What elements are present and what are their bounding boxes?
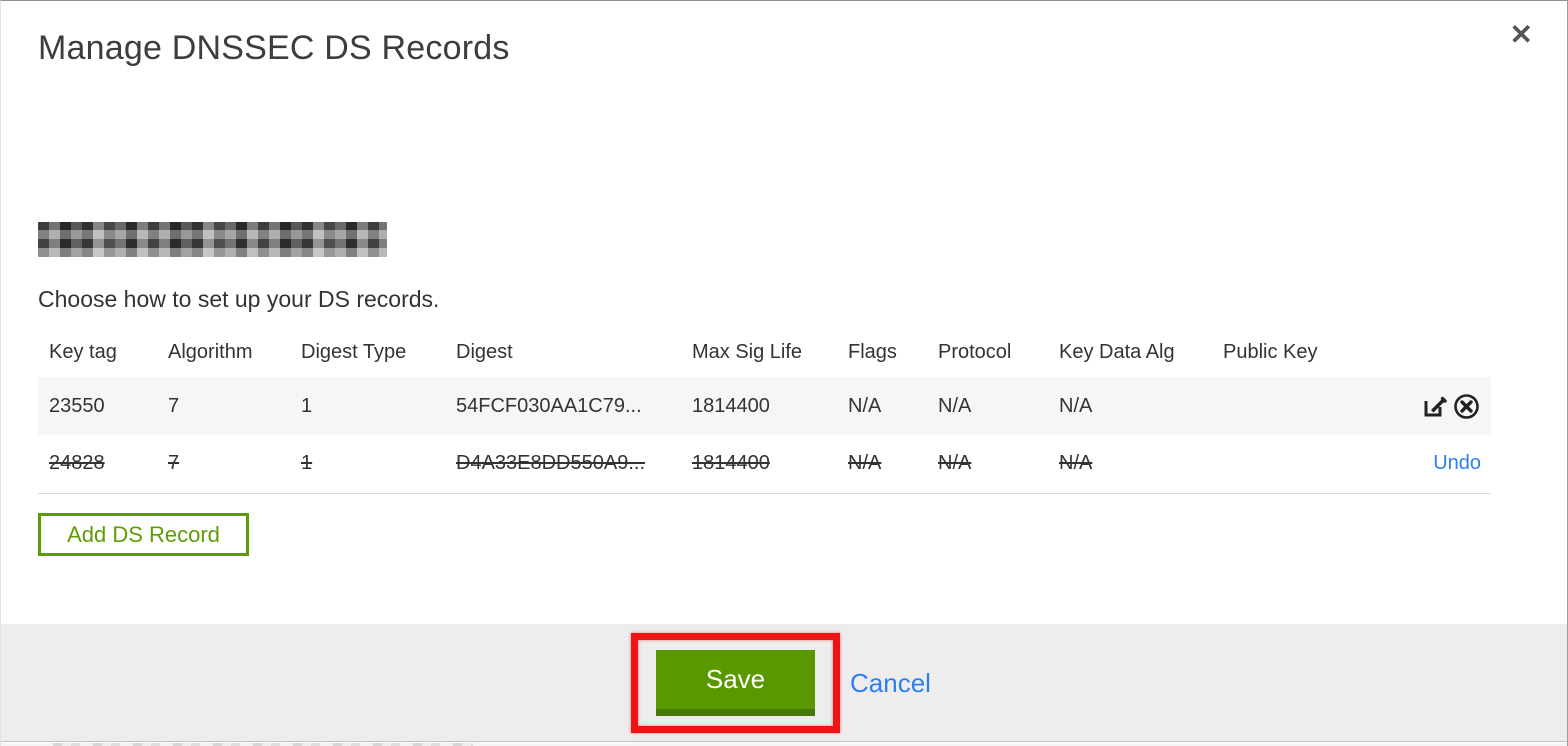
table-row: 24828 7 1 D4A33E8DD550A9... 1814400 N/A … [38,435,1491,494]
col-header-protocol: Protocol [938,340,1012,363]
cell-key-data-alg: N/A [1048,435,1212,494]
cell-max-sig-life: 1814400 [681,377,837,435]
col-header-public-key: Public Key [1223,340,1318,363]
cell-protocol: N/A [927,435,1048,494]
instruction-text: Choose how to set up your DS records. [38,286,440,312]
cell-digest: 54FCF030AA1C79... [445,377,681,435]
redacted-domain-name [38,222,387,257]
undo-link[interactable]: Undo [1433,452,1481,474]
cell-public-key [1212,377,1342,435]
col-header-flags: Flags [848,340,897,363]
page-title: Manage DNSSEC DS Records [38,29,510,67]
modal-footer: Save Cancel [1,624,1567,742]
col-header-digest: Digest [456,340,513,363]
col-header-max-sig-life: Max Sig Life [692,340,803,363]
cancel-link[interactable]: Cancel [850,668,931,699]
cell-digest-type: 1 [290,435,445,494]
add-ds-record-button[interactable]: Add DS Record [38,513,249,556]
row-actions [1342,377,1491,435]
col-header-key-data-alg: Key Data Alg [1059,340,1175,363]
cell-key-data-alg: N/A [1048,377,1212,435]
dnssec-modal: Manage DNSSEC DS Records ✕ Choose how to… [0,0,1568,746]
table-row: 23550 7 1 54FCF030AA1C79... 1814400 N/A … [38,377,1491,435]
cell-algorithm: 7 [157,377,290,435]
cell-key-tag: 24828 [38,435,157,494]
col-header-key-tag: Key tag [49,340,117,363]
close-icon[interactable]: ✕ [1510,21,1533,49]
cell-public-key [1212,435,1342,494]
save-button[interactable]: Save [656,650,815,716]
col-header-actions [1342,327,1491,377]
ds-records-table: Key tag Algorithm Digest Type Digest Max… [38,327,1491,494]
red-annotation-highlight: Save [631,633,840,733]
col-header-algorithm: Algorithm [168,340,253,363]
col-header-digest-type: Digest Type [301,340,407,363]
delete-record-icon[interactable] [1452,392,1481,421]
cell-protocol: N/A [927,377,1048,435]
cell-algorithm: 7 [157,435,290,494]
edit-record-icon[interactable] [1421,393,1448,420]
cell-flags: N/A [837,377,927,435]
table-header-row: Key tag Algorithm Digest Type Digest Max… [38,327,1491,377]
cell-key-tag: 23550 [38,377,157,435]
cell-max-sig-life: 1814400 [681,435,837,494]
cell-digest: D4A33E8DD550A9... [445,435,681,494]
cell-flags: N/A [837,435,927,494]
cell-digest-type: 1 [290,377,445,435]
row-actions: Undo [1342,435,1491,494]
